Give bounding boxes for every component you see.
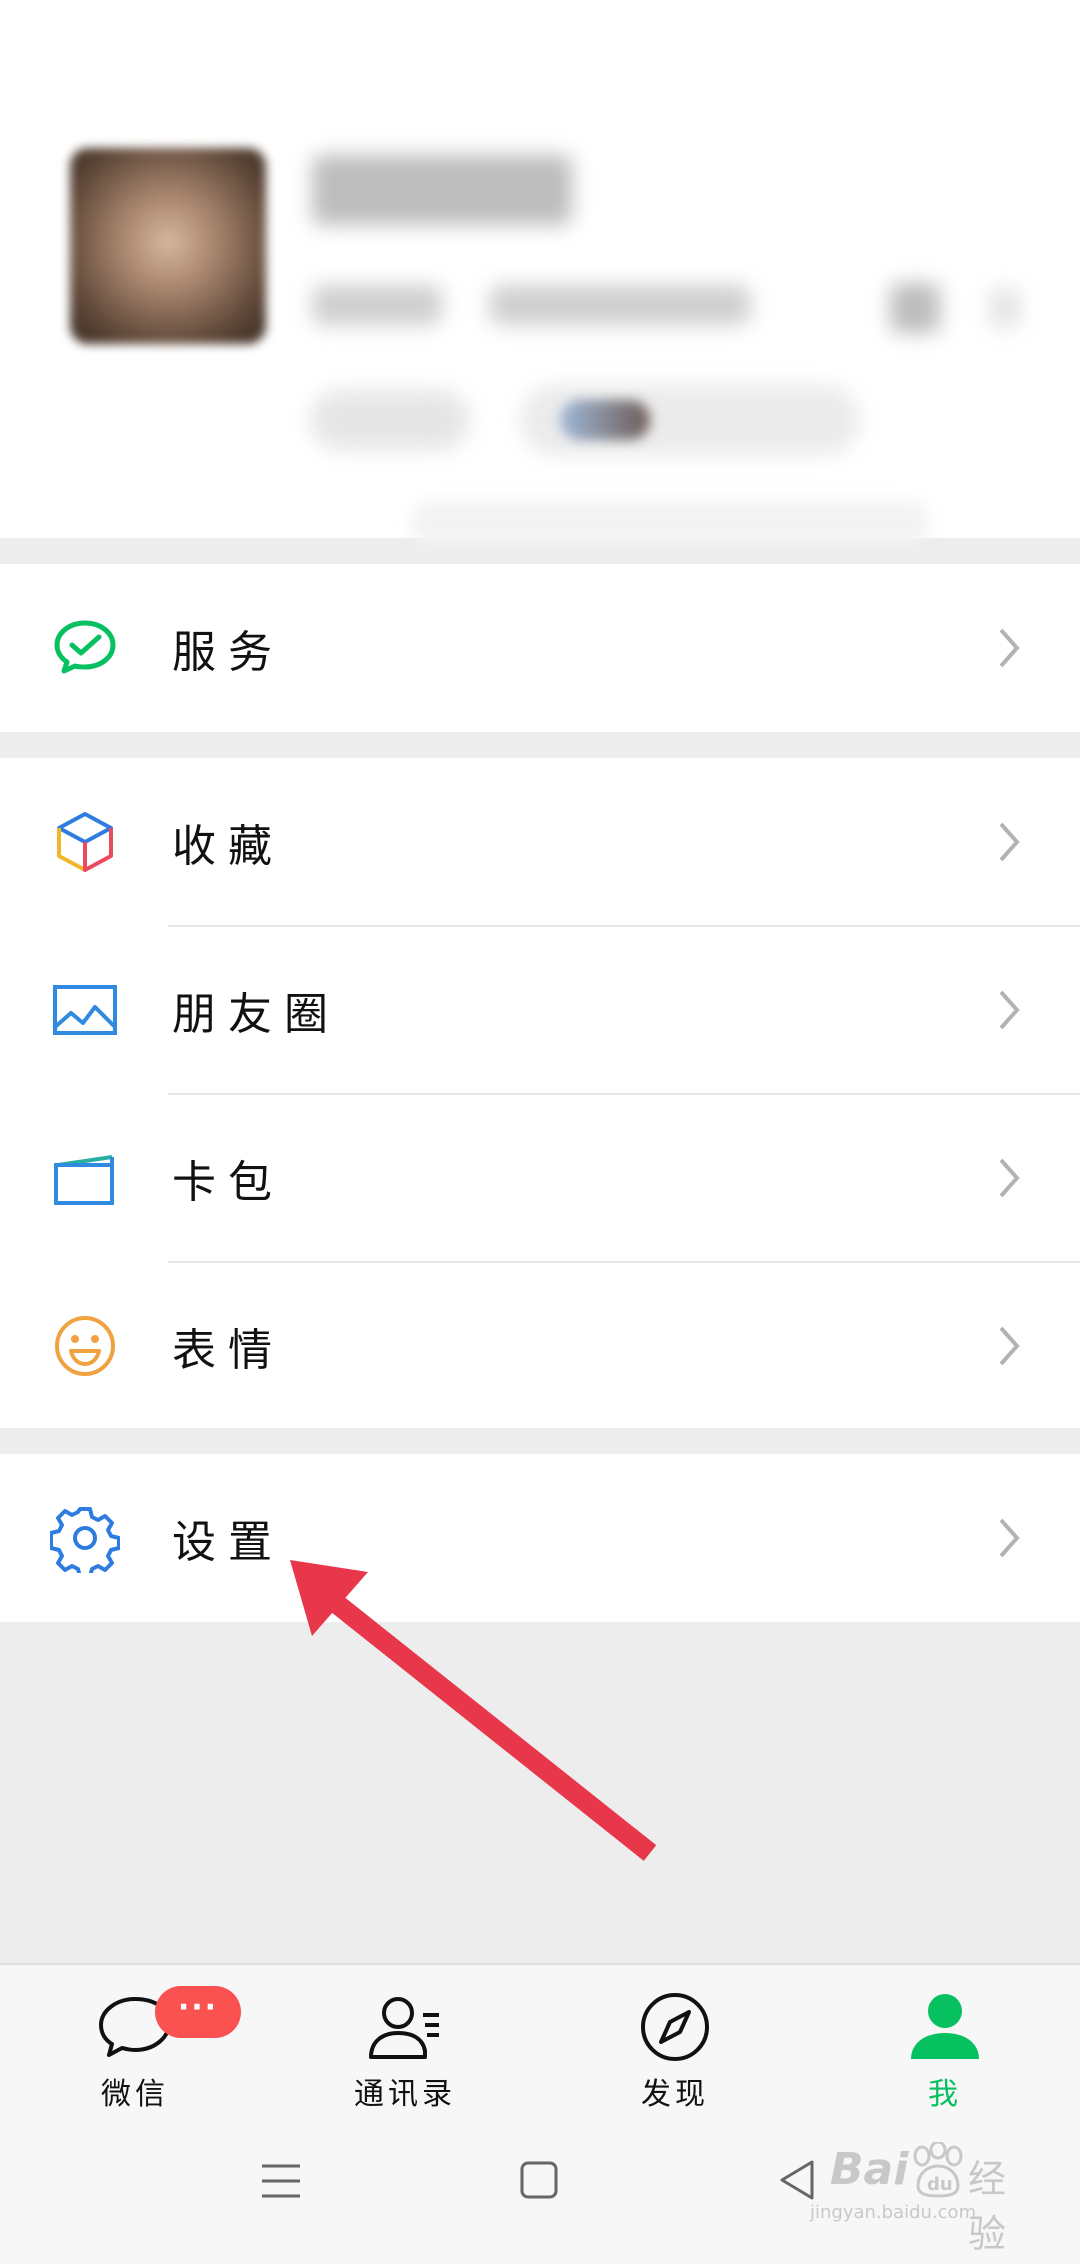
tab-discover[interactable]: 发现 <box>575 1965 775 2115</box>
chevron-right-icon <box>999 1326 1020 1366</box>
profile-id-label-blurred <box>312 285 442 325</box>
menu-section-services: 服务 <box>0 564 1080 732</box>
gear-icon <box>50 1507 120 1573</box>
menu-item-services[interactable]: 服务 <box>0 564 1080 732</box>
menu-label-moments: 朋友圈 <box>172 989 340 1040</box>
compass-icon <box>641 1993 709 2061</box>
status-button-blurred[interactable] <box>310 390 470 450</box>
menu-label-services: 服务 <box>172 627 284 678</box>
watermark-brand: Bai <box>830 2144 909 2195</box>
chevron-right-icon <box>999 1518 1020 1558</box>
qr-code-icon[interactable] <box>890 283 940 333</box>
tab-label-contacts: 通讯录 <box>354 2077 456 2112</box>
paw-logo-icon: du <box>913 2142 963 2198</box>
picture-icon <box>53 985 117 1035</box>
menu-section-settings: 设置 <box>0 1454 1080 1622</box>
profile-header[interactable] <box>0 0 1080 545</box>
tab-label-chats: 微信 <box>101 2077 169 2112</box>
unread-badge: ··· <box>155 1986 241 2038</box>
menu-item-stickers[interactable]: 表情 <box>0 1262 1080 1430</box>
profile-chevron-icon <box>990 288 1020 328</box>
tab-me[interactable]: 我 <box>845 1965 1045 2115</box>
watermark-text: 经验 <box>968 2157 1007 2256</box>
menu-nav-icon[interactable] <box>262 2163 300 2199</box>
person-icon <box>911 1994 979 2059</box>
profile-avatar[interactable] <box>70 148 266 344</box>
tab-label-discover: 发现 <box>641 2077 709 2112</box>
chevron-right-icon <box>999 1158 1020 1198</box>
profile-name-blurred <box>312 155 572 225</box>
watermark-url: jingyan.baidu.com <box>810 2202 977 2223</box>
wallet-card-icon <box>54 1155 114 1205</box>
menu-item-moments[interactable]: 朋友圈 <box>0 926 1080 1094</box>
tab-label-me: 我 <box>928 2077 962 2112</box>
menu-label-stickers: 表情 <box>172 1325 284 1376</box>
baidu-jingyan-watermark: Bai du 经验 jingyan.baidu.com <box>790 2140 1030 2256</box>
friends-status-avatars <box>560 400 650 440</box>
menu-section-main: 收藏 朋友圈 卡包 表情 <box>0 758 1080 1428</box>
smiley-icon <box>55 1316 115 1376</box>
home-nav-icon[interactable] <box>520 2161 558 2199</box>
tab-contacts[interactable]: 通讯录 <box>305 1965 505 2115</box>
menu-item-cards[interactable]: 卡包 <box>0 1094 1080 1262</box>
profile-bottom-shade <box>410 500 930 545</box>
cube-icon <box>57 812 113 872</box>
menu-item-settings[interactable]: 设置 <box>0 1454 1080 1622</box>
svg-text:du: du <box>927 2174 953 2195</box>
contacts-icon <box>369 1997 439 2059</box>
menu-label-favorites: 收藏 <box>172 821 284 872</box>
profile-id-value-blurred <box>490 285 750 325</box>
menu-label-settings: 设置 <box>172 1517 284 1568</box>
menu-item-favorites[interactable]: 收藏 <box>0 758 1080 926</box>
bottom-tab-bar: 微信 通讯录 发现 我 <box>0 1963 1080 2115</box>
menu-label-cards: 卡包 <box>172 1157 284 1208</box>
chevron-right-icon <box>999 628 1020 668</box>
wechat-pay-check-icon <box>54 620 116 674</box>
chevron-right-icon <box>999 822 1020 862</box>
chevron-right-icon <box>999 990 1020 1030</box>
